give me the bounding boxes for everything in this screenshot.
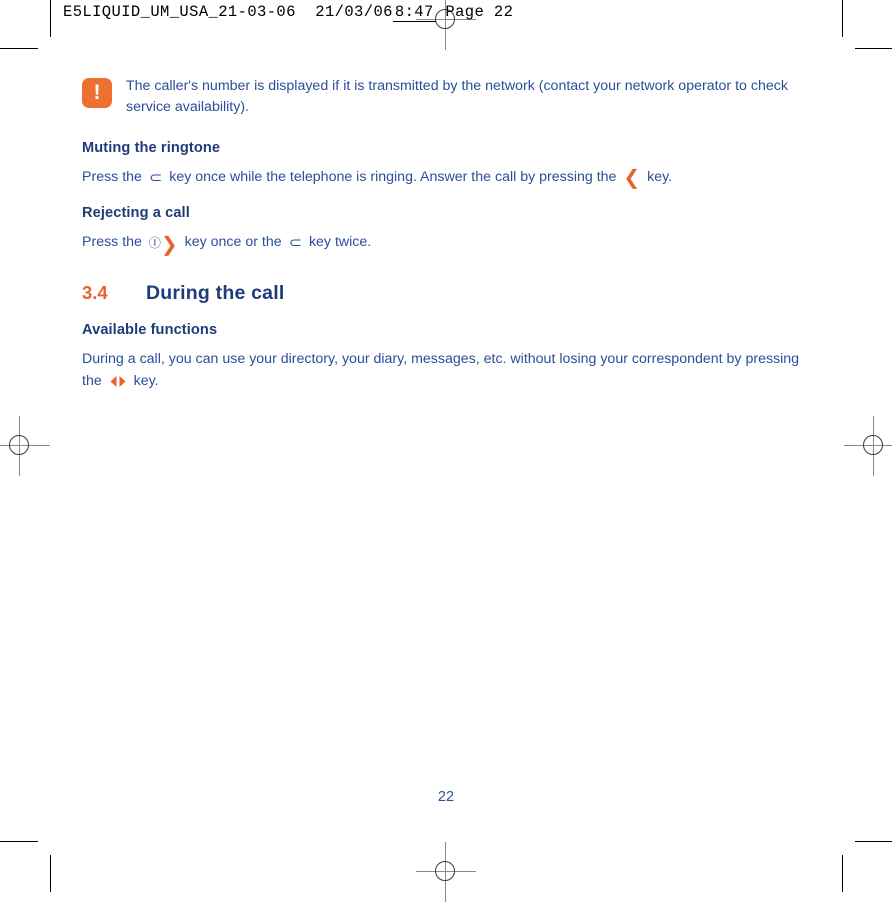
heading-rejecting-a-call: Rejecting a call [82,205,190,222]
during-call-text-part1: During a call, you can use your director… [82,351,800,389]
slug-filename: E5LIQUID_UM_USA_21-03-06 [63,3,296,21]
registration-ring [9,435,29,455]
crop-mark-top-left-horizontal [0,48,38,49]
navigation-key-icon [109,375,127,389]
heading-available-functions: Available functions [82,322,218,339]
hangup-power-key-icon: Ⓘ❯ [149,234,178,254]
crop-mark-top-right-vertical [842,0,843,37]
section-title: During the call [146,282,285,305]
slug-time: 8:47 [392,3,436,22]
registration-mark-bottom [416,842,476,902]
rejecting-text-part3: key twice. [308,234,372,251]
crop-mark-bottom-left-horizontal [0,841,38,842]
crop-mark-top-right-horizontal [855,48,892,49]
note-text: The caller's number is displayed if it i… [126,78,788,116]
crop-mark-bottom-left-vertical [50,855,51,892]
paragraph-rejecting-a-call: Press the Ⓘ❯ key once or the ⊂ key twice… [82,232,812,254]
muting-text-part1: Press the [82,169,142,186]
during-call-text-part2: key. [133,372,159,389]
exclamation-icon: ! [82,78,112,108]
registration-mark-left [0,416,50,476]
muting-text-part3: key. [647,169,673,186]
page-number: 22 [437,789,455,805]
note-callout: ! The caller's number is displayed if it… [82,76,812,118]
hangup-bracket-glyph: ❯ [160,232,178,257]
paragraph-available-functions: During a call, you can use your director… [82,349,812,392]
cancel-key-icon: ⊂ [288,234,302,251]
rejecting-text-part2: key once or the [184,234,282,251]
registration-ring [435,861,455,881]
registration-mark-right [844,416,892,476]
slug-date: 21/03/06 [315,3,393,21]
muting-text-part2: key once while the telephone is ringing.… [169,169,617,186]
rejecting-text-part1: Press the [82,234,142,251]
print-slug-line: E5LIQUID_UM_USA_21-03-06 21/03/06 8:47 Pa… [63,3,513,22]
power-symbol-glyph: Ⓘ [148,236,161,251]
section-number: 3.4 [82,282,108,304]
cancel-key-icon: ⊂ [148,169,163,186]
heading-muting-the-ringtone: Muting the ringtone [82,140,221,157]
paragraph-muting-the-ringtone: Press the ⊂ key once while the telephone… [82,167,812,188]
slug-page-label: Page 22 [445,3,514,21]
page-content: ! The caller's number is displayed if it… [82,76,812,408]
registration-ring [863,435,883,455]
crop-mark-top-left-vertical [50,0,51,37]
exclamation-glyph: ! [93,81,101,104]
pickup-key-icon: ❮ [623,165,641,190]
crop-mark-bottom-right-horizontal [855,841,892,842]
crop-mark-bottom-right-vertical [842,855,843,892]
section-heading-during-the-call: 3.4 During the call [82,282,812,305]
